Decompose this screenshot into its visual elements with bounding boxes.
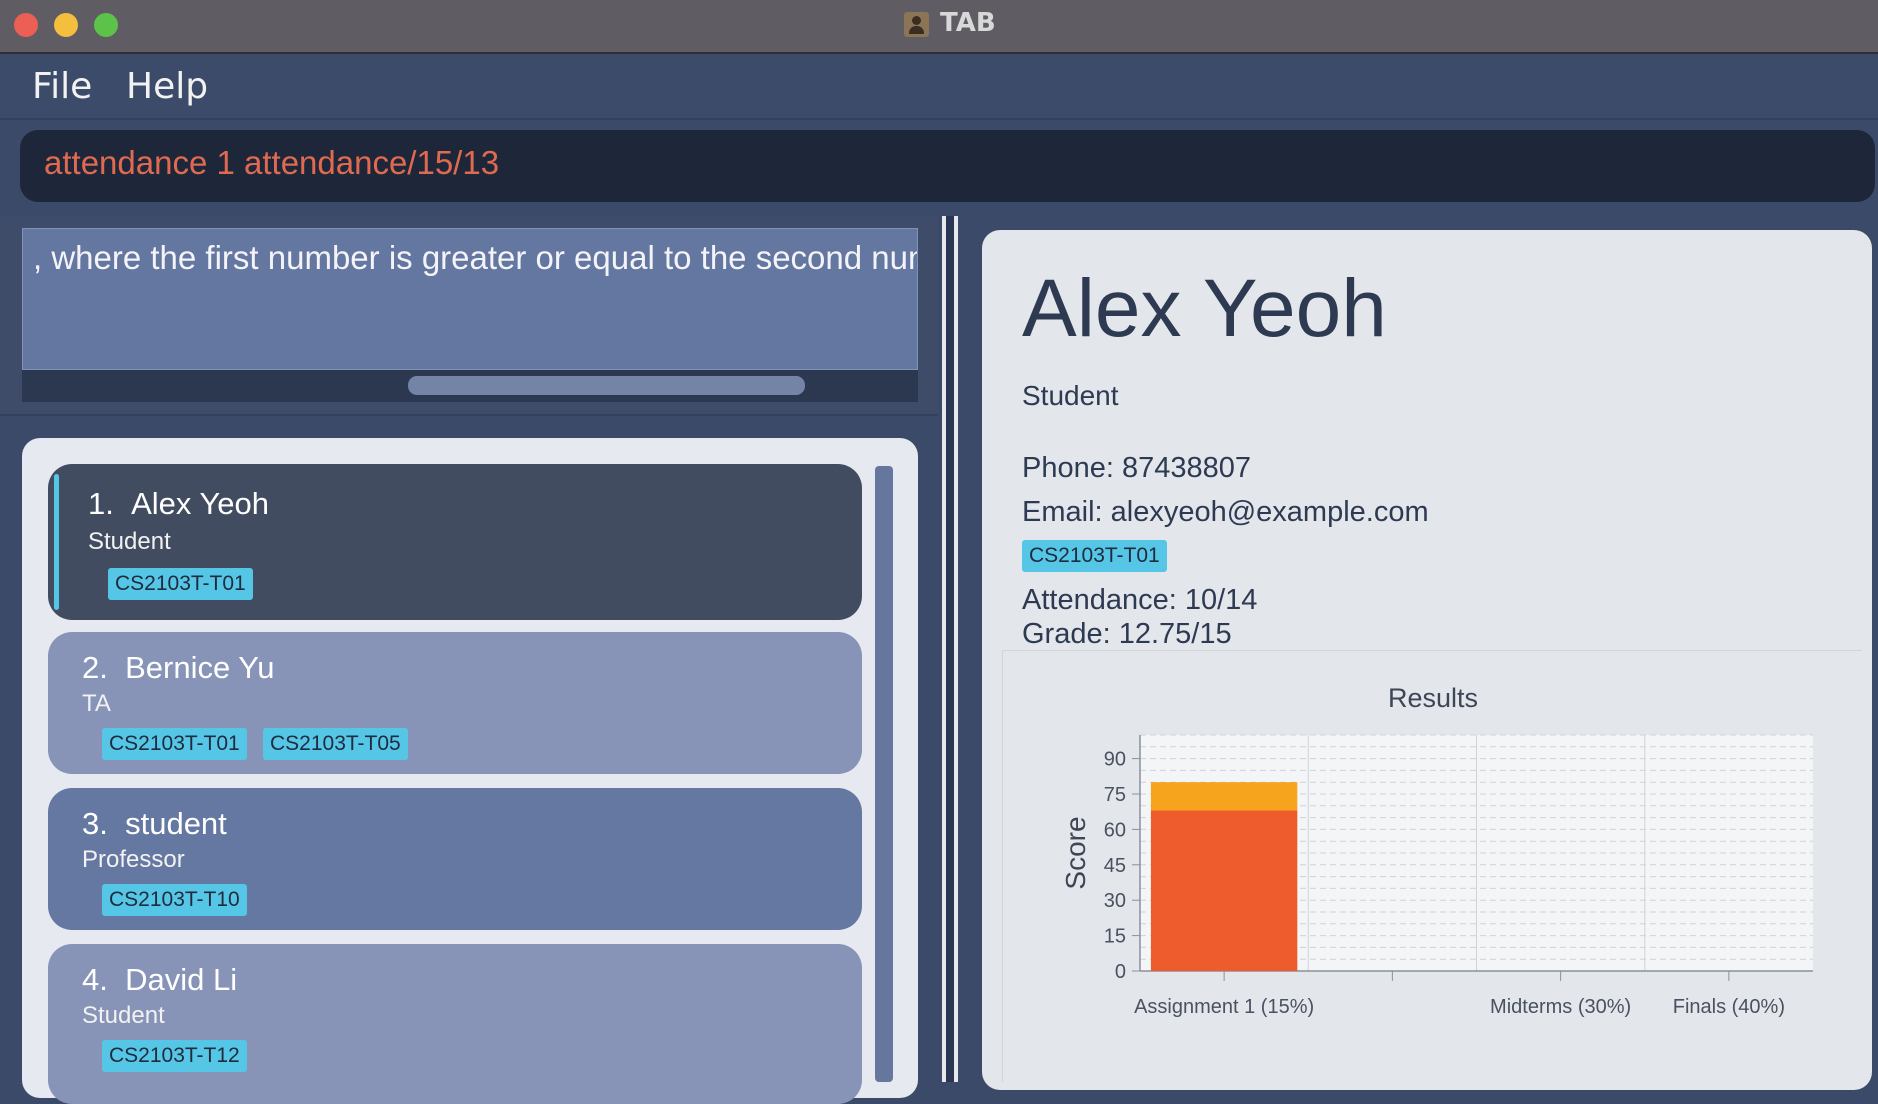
detail-attendance: Attendance: 10/14 — [1022, 584, 1258, 616]
person-name: student — [125, 806, 227, 841]
chart-y-tick-label: 60 — [1104, 819, 1126, 841]
tag-badge: CS2103T-T05 — [263, 728, 408, 760]
detail-tag-badge: CS2103T-T01 — [1022, 540, 1167, 572]
chart-plot-area: 0 15 30 45 60 75 90 Assignment 1 (15%) Midterms … — [1104, 734, 1813, 1018]
person-index: 3. — [82, 806, 108, 841]
person-card-3[interactable]: 3. student Professor CS2103T-T10 — [48, 788, 862, 930]
chart-bar — [1150, 782, 1298, 811]
person-index: 2. — [82, 650, 108, 685]
chart-x-tick-label: Midterms (30%) — [1490, 996, 1631, 1018]
menu-file[interactable]: File — [32, 66, 92, 107]
person-card-1[interactable]: 1. Alex Yeoh Student CS2103T-T01 — [48, 464, 862, 620]
results-chart-svg: Results Score 0 15 30 45 60 75 90 Assignment 1 … — [1060, 683, 1813, 1018]
results-chart: Results Score 0 15 30 45 60 75 90 Assignment 1 … — [1002, 650, 1862, 1082]
person-name-line: 1. Alex Yeoh — [88, 486, 269, 522]
chart-y-tick-label: 75 — [1104, 784, 1126, 806]
zoom-window-icon[interactable] — [94, 13, 118, 37]
chart-y-axis-label: Score — [1060, 816, 1091, 889]
window-title: TAB — [940, 8, 996, 38]
tag-badge: CS2103T-T12 — [102, 1040, 247, 1072]
tag-badge: CS2103T-T01 — [108, 568, 253, 600]
chart-title: Results — [1388, 683, 1478, 713]
person-card-2[interactable]: 2. Bernice Yu TA CS2103T-T01 CS2103T-T05 — [48, 632, 862, 774]
person-name-line: 3. student — [82, 806, 227, 842]
person-name: Bernice Yu — [125, 650, 275, 685]
chart-y-tick-label: 45 — [1104, 855, 1126, 877]
person-role: TA — [82, 690, 111, 717]
selection-indicator — [54, 474, 59, 610]
detail-grade: Grade: 12.75/15 — [1022, 618, 1232, 650]
detail-email: Email: alexyeoh@example.com — [1022, 496, 1429, 528]
chart-y-tick-label: 30 — [1104, 890, 1126, 912]
split-divider-handle[interactable] — [946, 216, 954, 1082]
menu-help[interactable]: Help — [126, 66, 208, 107]
person-name: Alex Yeoh — [131, 486, 270, 521]
person-name-line: 4. David Li — [82, 962, 237, 998]
app-person-icon — [904, 12, 929, 37]
person-role: Student — [82, 1002, 165, 1029]
chart-y-tick-label: 15 — [1104, 926, 1126, 948]
menu-bar — [0, 56, 1878, 120]
detail-phone: Phone: 87438807 — [1022, 452, 1251, 484]
tag-badge: CS2103T-T10 — [102, 884, 247, 916]
person-role: Student — [88, 528, 171, 555]
person-list-scrollbar[interactable] — [875, 466, 893, 1082]
result-message: , where the first number is greater or e… — [33, 239, 918, 276]
detail-role: Student — [1022, 380, 1119, 411]
tag-badge: CS2103T-T01 — [102, 728, 247, 760]
title-bar — [0, 0, 1878, 54]
chart-x-tick-label: Finals (40%) — [1673, 996, 1785, 1018]
close-window-icon[interactable] — [14, 13, 38, 37]
person-card-4[interactable]: 4. David Li Student CS2103T-T12 — [48, 944, 862, 1104]
chart-bar — [1150, 810, 1298, 971]
result-display[interactable]: , where the first number is greater or e… — [22, 228, 918, 370]
person-index: 1. — [88, 486, 114, 521]
person-name: David Li — [125, 962, 238, 997]
command-input-text[interactable]: attendance 1 attendance/15/13 — [44, 144, 499, 182]
person-role: Professor — [82, 846, 185, 873]
person-name-line: 2. Bernice Yu — [82, 650, 274, 686]
detail-name: Alex Yeoh — [1022, 263, 1387, 354]
person-index: 4. — [82, 962, 108, 997]
result-scrollbar-thumb[interactable] — [408, 376, 805, 395]
minimize-window-icon[interactable] — [54, 13, 78, 37]
chart-y-tick-label: 0 — [1115, 961, 1126, 983]
chart-x-tick-label: Assignment 1 (15%) — [1134, 996, 1314, 1018]
chart-y-tick-label: 90 — [1104, 749, 1126, 771]
